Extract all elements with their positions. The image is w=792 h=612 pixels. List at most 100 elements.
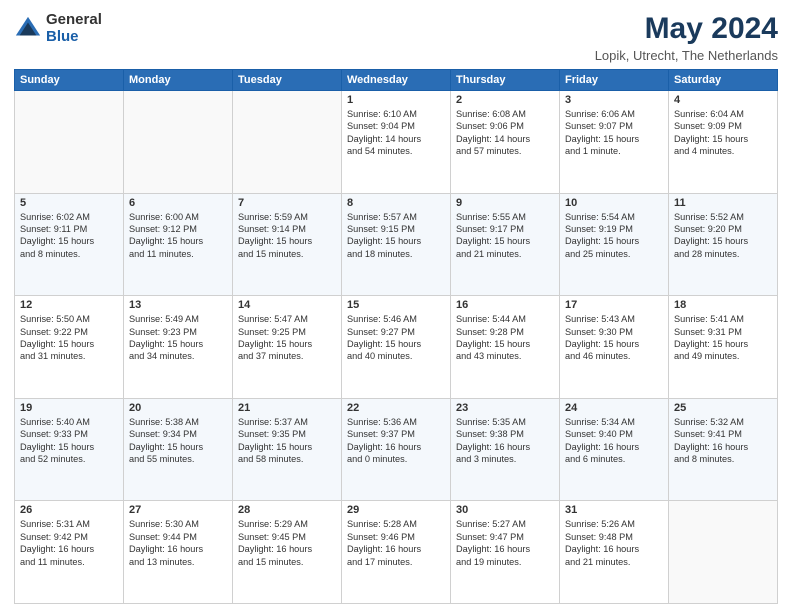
day-info-line: Daylight: 16 hours bbox=[347, 441, 445, 453]
day-info-line: Sunrise: 5:28 AM bbox=[347, 518, 445, 530]
day-info-line: and 1 minute. bbox=[565, 145, 663, 157]
day-number: 1 bbox=[347, 94, 445, 106]
day-info-line: Sunrise: 5:49 AM bbox=[129, 313, 227, 325]
day-cell: 4Sunrise: 6:04 AMSunset: 9:09 PMDaylight… bbox=[669, 91, 778, 194]
day-cell: 17Sunrise: 5:43 AMSunset: 9:30 PMDayligh… bbox=[560, 296, 669, 399]
day-number: 22 bbox=[347, 402, 445, 414]
day-info-line: Sunrise: 6:06 AM bbox=[565, 108, 663, 120]
day-info-line: Daylight: 15 hours bbox=[674, 235, 772, 247]
day-number: 19 bbox=[20, 402, 118, 414]
day-info-line: Sunset: 9:40 PM bbox=[565, 428, 663, 440]
day-number: 26 bbox=[20, 504, 118, 516]
day-info-line: Sunrise: 5:27 AM bbox=[456, 518, 554, 530]
day-info-line: Sunset: 9:12 PM bbox=[129, 223, 227, 235]
day-cell: 19Sunrise: 5:40 AMSunset: 9:33 PMDayligh… bbox=[15, 398, 124, 501]
day-cell bbox=[233, 91, 342, 194]
day-info-line: Daylight: 15 hours bbox=[20, 441, 118, 453]
day-info-line: Sunrise: 5:38 AM bbox=[129, 416, 227, 428]
day-number: 11 bbox=[674, 197, 772, 209]
day-info-line: Sunrise: 5:40 AM bbox=[20, 416, 118, 428]
day-info-line: Daylight: 16 hours bbox=[456, 543, 554, 555]
day-cell bbox=[669, 501, 778, 604]
day-info-line: and 15 minutes. bbox=[238, 556, 336, 568]
day-info-line: Daylight: 14 hours bbox=[456, 133, 554, 145]
day-info-line: Sunrise: 5:52 AM bbox=[674, 211, 772, 223]
day-info-line: Daylight: 15 hours bbox=[674, 338, 772, 350]
day-info-line: Sunset: 9:20 PM bbox=[674, 223, 772, 235]
day-info-line: and 8 minutes. bbox=[674, 453, 772, 465]
day-cell: 24Sunrise: 5:34 AMSunset: 9:40 PMDayligh… bbox=[560, 398, 669, 501]
day-info-line: and 11 minutes. bbox=[20, 556, 118, 568]
day-info-line: Sunset: 9:31 PM bbox=[674, 326, 772, 338]
day-cell: 14Sunrise: 5:47 AMSunset: 9:25 PMDayligh… bbox=[233, 296, 342, 399]
day-number: 24 bbox=[565, 402, 663, 414]
day-number: 16 bbox=[456, 299, 554, 311]
day-info-line: Sunrise: 5:31 AM bbox=[20, 518, 118, 530]
day-info-line: Sunset: 9:07 PM bbox=[565, 120, 663, 132]
logo-text: General Blue bbox=[46, 12, 102, 45]
day-number: 14 bbox=[238, 299, 336, 311]
day-cell: 5Sunrise: 6:02 AMSunset: 9:11 PMDaylight… bbox=[15, 193, 124, 296]
day-number: 5 bbox=[20, 197, 118, 209]
day-info-line: Sunrise: 5:46 AM bbox=[347, 313, 445, 325]
day-info-line: Sunset: 9:09 PM bbox=[674, 120, 772, 132]
column-header-wednesday: Wednesday bbox=[342, 70, 451, 91]
day-info-line: and 18 minutes. bbox=[347, 248, 445, 260]
day-cell: 7Sunrise: 5:59 AMSunset: 9:14 PMDaylight… bbox=[233, 193, 342, 296]
day-number: 20 bbox=[129, 402, 227, 414]
column-header-tuesday: Tuesday bbox=[233, 70, 342, 91]
day-info-line: Sunset: 9:45 PM bbox=[238, 531, 336, 543]
day-info-line: Sunrise: 5:29 AM bbox=[238, 518, 336, 530]
column-header-saturday: Saturday bbox=[669, 70, 778, 91]
day-info-line: Daylight: 16 hours bbox=[674, 441, 772, 453]
day-cell: 15Sunrise: 5:46 AMSunset: 9:27 PMDayligh… bbox=[342, 296, 451, 399]
day-info-line: and 54 minutes. bbox=[347, 145, 445, 157]
day-cell: 26Sunrise: 5:31 AMSunset: 9:42 PMDayligh… bbox=[15, 501, 124, 604]
week-row-3: 12Sunrise: 5:50 AMSunset: 9:22 PMDayligh… bbox=[15, 296, 778, 399]
week-row-5: 26Sunrise: 5:31 AMSunset: 9:42 PMDayligh… bbox=[15, 501, 778, 604]
day-info-line: Daylight: 16 hours bbox=[238, 543, 336, 555]
day-info-line: Sunrise: 5:41 AM bbox=[674, 313, 772, 325]
main-title: May 2024 bbox=[595, 12, 778, 46]
day-number: 29 bbox=[347, 504, 445, 516]
day-info-line: Sunset: 9:30 PM bbox=[565, 326, 663, 338]
day-number: 7 bbox=[238, 197, 336, 209]
day-number: 17 bbox=[565, 299, 663, 311]
day-info-line: Sunset: 9:25 PM bbox=[238, 326, 336, 338]
day-info-line: Daylight: 15 hours bbox=[238, 441, 336, 453]
day-info-line: Sunrise: 5:55 AM bbox=[456, 211, 554, 223]
day-cell: 30 Sunrise: 5:27 AMSunset: 9:47 PMDayligh… bbox=[451, 501, 560, 604]
day-number: 31 bbox=[565, 504, 663, 516]
day-number: 21 bbox=[238, 402, 336, 414]
header: General Blue May 2024 Lopik, Utrecht, Th… bbox=[14, 12, 778, 63]
day-cell: 20Sunrise: 5:38 AMSunset: 9:34 PMDayligh… bbox=[124, 398, 233, 501]
day-number: 4 bbox=[674, 94, 772, 106]
day-info-line: Sunset: 9:44 PM bbox=[129, 531, 227, 543]
day-cell: 27Sunrise: 5:30 AMSunset: 9:44 PMDayligh… bbox=[124, 501, 233, 604]
day-info-line: and 34 minutes. bbox=[129, 350, 227, 362]
day-info-line: and 57 minutes. bbox=[456, 145, 554, 157]
day-info-line: and 43 minutes. bbox=[456, 350, 554, 362]
day-info-line: Sunset: 9:47 PM bbox=[456, 531, 554, 543]
day-number: 18 bbox=[674, 299, 772, 311]
day-info-line: Sunrise: 5:50 AM bbox=[20, 313, 118, 325]
day-number: 27 bbox=[129, 504, 227, 516]
day-info-line: Daylight: 15 hours bbox=[129, 441, 227, 453]
day-info-line: Daylight: 15 hours bbox=[20, 235, 118, 247]
day-number: 30 bbox=[456, 504, 554, 516]
day-cell: 13Sunrise: 5:49 AMSunset: 9:23 PMDayligh… bbox=[124, 296, 233, 399]
day-info-line: and 13 minutes. bbox=[129, 556, 227, 568]
day-info-line: and 21 minutes. bbox=[456, 248, 554, 260]
day-info-line: Sunset: 9:27 PM bbox=[347, 326, 445, 338]
day-info-line: Sunrise: 5:32 AM bbox=[674, 416, 772, 428]
day-info-line: Sunrise: 6:10 AM bbox=[347, 108, 445, 120]
day-cell: 2Sunrise: 6:08 AMSunset: 9:06 PMDaylight… bbox=[451, 91, 560, 194]
day-info-line: Sunrise: 5:44 AM bbox=[456, 313, 554, 325]
day-info-line: Daylight: 15 hours bbox=[129, 338, 227, 350]
day-cell: 23Sunrise: 5:35 AMSunset: 9:38 PMDayligh… bbox=[451, 398, 560, 501]
column-header-monday: Monday bbox=[124, 70, 233, 91]
day-cell bbox=[15, 91, 124, 194]
day-cell: 3Sunrise: 6:06 AMSunset: 9:07 PMDaylight… bbox=[560, 91, 669, 194]
day-info-line: Daylight: 16 hours bbox=[20, 543, 118, 555]
day-number: 25 bbox=[674, 402, 772, 414]
